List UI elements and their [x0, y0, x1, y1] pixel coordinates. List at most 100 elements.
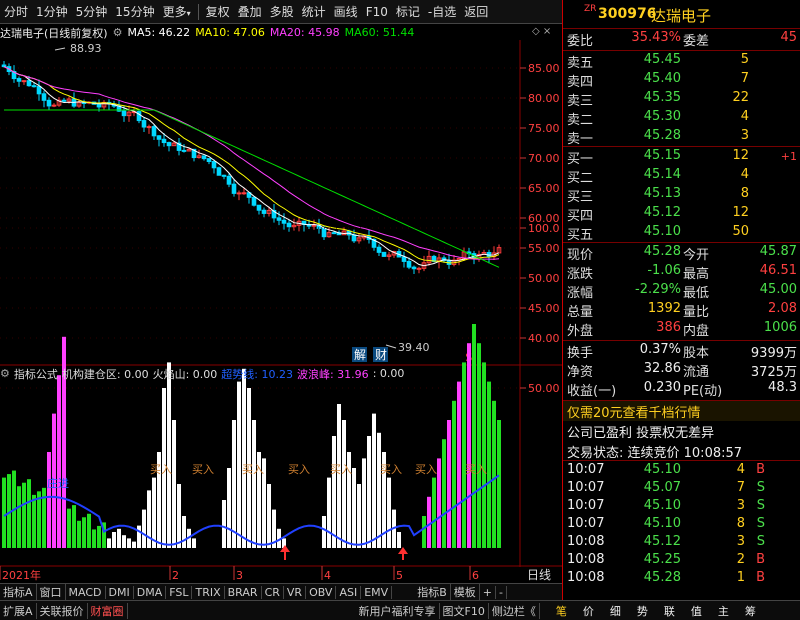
toolbar-back[interactable]: 返回 [460, 3, 492, 20]
indicator-tab[interactable]: OBV [306, 585, 337, 599]
promo-banner[interactable]: 仅需20元查看千档行情 [563, 401, 800, 421]
sell-price: 45.28 [643, 128, 681, 143]
indicator-bar [137, 525, 141, 548]
indicator-tab[interactable]: MACD [66, 585, 106, 599]
indicator-bar [82, 517, 86, 548]
indicator-tab[interactable]: 模板 [451, 584, 480, 600]
quote-view-tab[interactable]: 主 [710, 603, 737, 619]
bottom-tab[interactable]: 侧边栏《 [489, 602, 540, 619]
chart-toolbar: 分时 1分钟 5分钟 15分钟 更多▾ 复权 叠加 多股 统计 画线 F10 标… [0, 0, 562, 24]
indicator-header: ⚙ 指标公式 机构建仓区: 0.00 火焰山: 0.00 超势线: 10.23 … [0, 365, 520, 382]
indicator-tab[interactable]: TRIX [192, 585, 225, 599]
tick-row: 10:07 45.10 8 S [563, 516, 800, 536]
divider [563, 28, 800, 29]
indicator-bar [397, 532, 401, 548]
toolbar-timeshare[interactable]: 分时 [0, 3, 32, 20]
quote-view-tab[interactable]: 势 [629, 603, 656, 619]
candle-body [216, 167, 222, 176]
settings-icon[interactable]: ⚙ [113, 26, 123, 39]
toolbar-1min[interactable]: 1分钟 [32, 3, 72, 20]
quote-view-tab[interactable]: 价 [575, 603, 602, 619]
indicator-tab[interactable]: BRAR [225, 585, 262, 599]
quote-view-tab[interactable]: 笔 [548, 603, 575, 619]
toolbar-5min[interactable]: 5分钟 [72, 3, 112, 20]
price-tick-label: 40.00 [528, 332, 560, 345]
indicator-bar [222, 500, 226, 548]
indicator-settings-icon[interactable]: ⚙ [0, 367, 10, 380]
indicator-tab[interactable]: ASI [336, 585, 362, 599]
indicator-bar [452, 400, 456, 548]
stock-name[interactable]: 达瑞电子 [651, 5, 711, 26]
indicator-tab[interactable]: 指标A [0, 584, 37, 600]
indicator-bar [117, 528, 121, 548]
weibi-label: 委比 [567, 34, 594, 49]
indicator-bar [57, 375, 61, 548]
bottom-tab[interactable]: 新用户福利专享 [356, 602, 440, 619]
toolbar-multi-stock[interactable]: 多股 [266, 3, 298, 20]
bottom-tab[interactable]: 财富圈 [88, 602, 128, 619]
tick-row: 10:08 45.28 1 B [563, 570, 800, 590]
sell-volume: 3 [740, 128, 749, 143]
toolbar-more-label: 更多 [162, 5, 187, 19]
toolbar-more[interactable]: 更多▾ [159, 3, 195, 20]
low-annotation: 39.40 [385, 341, 430, 354]
stat-label: 总量 [567, 305, 594, 320]
indicator-tab[interactable]: - [496, 585, 507, 599]
toolbar-mark[interactable]: 标记 [392, 3, 424, 20]
indicator-bar [352, 468, 356, 548]
candle-body [236, 192, 242, 195]
toolbar-statistics[interactable]: 统计 [298, 3, 330, 20]
ind-tick-label: 50.00 [528, 382, 560, 395]
indicator-item-bolang: 波浪峰: 31.96 [296, 367, 369, 381]
quote-view-tab[interactable]: 值 [683, 603, 710, 619]
toolbar-overlay[interactable]: 叠加 [234, 3, 266, 20]
bottom-tab[interactable]: 关联报价 [37, 602, 88, 619]
stock-title[interactable]: 达瑞电子(日线前复权) [0, 25, 108, 41]
indicator-tab[interactable]: 指标B [414, 584, 451, 600]
sell-volume: 7 [740, 71, 749, 86]
buy-signal-label: 买入 [288, 463, 310, 476]
indicator-tab[interactable]: EMV [361, 585, 393, 599]
tick-price: 45.10 [643, 516, 681, 531]
weibi-value: 35.43% [631, 30, 681, 45]
unlock-marker-label: 解 [354, 348, 366, 362]
indicator-bar [377, 432, 381, 548]
bottom-tab[interactable]: 图文F10 [440, 602, 489, 619]
sell-price: 45.45 [643, 52, 681, 67]
toolbar-divider [197, 3, 199, 20]
collapse-icon[interactable]: ◇ × [532, 26, 551, 37]
candle-body [241, 192, 247, 195]
bottom-tab[interactable]: 扩展A [0, 602, 37, 619]
time-axis: 2021年 2 3 4 5 6 [0, 566, 479, 582]
buy-volume: 12 [732, 205, 749, 220]
indicator-tab[interactable]: DMA [134, 585, 167, 599]
tick-row: 10:07 45.07 7 S [563, 480, 800, 500]
candle-body [376, 246, 382, 253]
quote-view-tab[interactable]: 筹 [737, 603, 764, 619]
toolbar-15min[interactable]: 15分钟 [111, 3, 158, 20]
buy-signal-label: 买入 [242, 463, 264, 476]
quote-view-tab[interactable]: 细 [602, 603, 629, 619]
indicator-tab[interactable]: DMI [106, 585, 134, 599]
indicator-tab[interactable]: VR [284, 585, 307, 599]
price-tick-label: 75.00 [528, 122, 560, 135]
indicator-bar [112, 532, 116, 548]
stock-code[interactable]: 300976 [598, 6, 656, 22]
stat-label: 涨跌 [567, 267, 594, 282]
indicator-tab[interactable]: CR [262, 585, 284, 599]
indicator-tab[interactable]: + [480, 585, 496, 599]
indicator-bar [67, 508, 71, 548]
indicator-tab[interactable]: 窗口 [37, 584, 66, 600]
stat2-label-2: PE(动) [683, 384, 723, 399]
toolbar-remove-favorite[interactable]: -自选 [424, 3, 460, 20]
candle-body [121, 110, 127, 117]
period-label[interactable]: 日线 [527, 568, 551, 582]
toolbar-draw-line[interactable]: 画线 [330, 3, 362, 20]
sell-row: 卖二 45.30 4 [563, 109, 800, 129]
toolbar-f10[interactable]: F10 [362, 5, 392, 19]
divider [563, 242, 800, 243]
toolbar-restore-rights[interactable]: 复权 [202, 3, 234, 20]
indicator-tab[interactable]: FSL [166, 585, 193, 599]
indicator-formula-label[interactable]: 指标公式 [14, 366, 58, 382]
quote-view-tab[interactable]: 联 [656, 603, 683, 619]
